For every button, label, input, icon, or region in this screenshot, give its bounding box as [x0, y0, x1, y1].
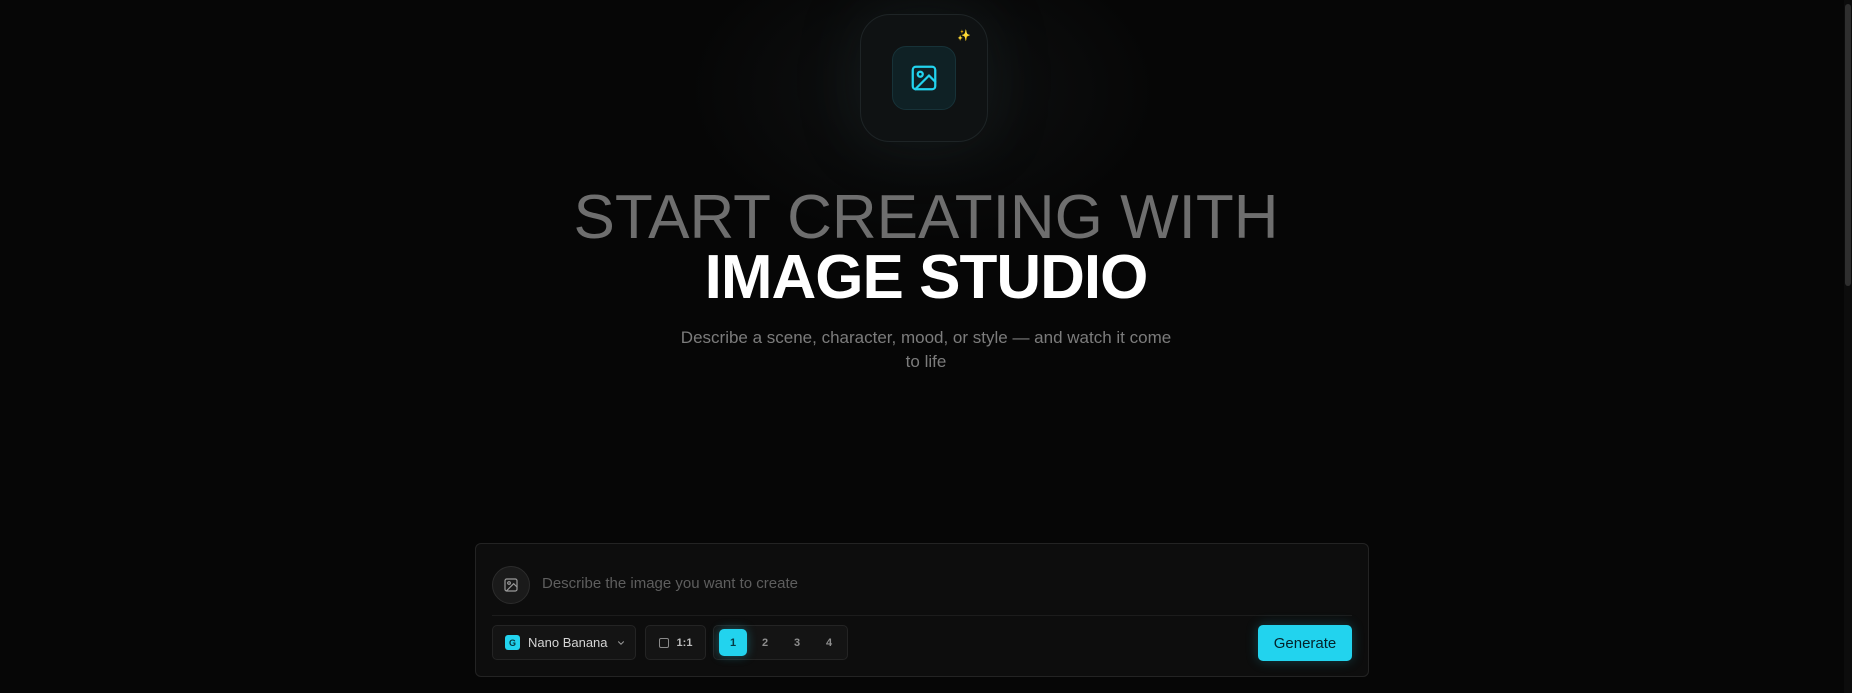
- headline-line-1: START CREATING WITH: [573, 183, 1279, 252]
- count-option-4[interactable]: 4: [815, 629, 843, 656]
- hero-subtitle: Describe a scene, character, mood, or st…: [680, 328, 1172, 371]
- image-studio-page: ✨ START CREATING WITH IMAGE STUDIO Descr…: [0, 0, 1852, 693]
- prompt-panel: G Nano Banana 1:1 1 2 3 4 Generate: [475, 543, 1369, 677]
- image-icon: [504, 578, 518, 592]
- model-badge: G: [505, 635, 520, 650]
- attach-image-button[interactable]: [492, 566, 530, 604]
- model-label: Nano Banana: [528, 635, 608, 650]
- count-option-3[interactable]: 3: [783, 629, 811, 656]
- image-icon: [892, 46, 956, 110]
- scrollbar-thumb[interactable]: [1845, 4, 1851, 286]
- hero-icon-container: ✨: [860, 14, 988, 142]
- image-count-selector: 1 2 3 4: [713, 625, 848, 660]
- generate-button[interactable]: Generate: [1258, 625, 1352, 661]
- square-icon: [658, 637, 669, 648]
- aspect-ratio-label: 1:1: [676, 636, 693, 649]
- headline-line-2: IMAGE STUDIO: [704, 243, 1149, 312]
- model-select[interactable]: G Nano Banana: [492, 625, 636, 660]
- aspect-ratio-button[interactable]: 1:1: [645, 625, 706, 660]
- prompt-input[interactable]: [540, 570, 1344, 596]
- count-option-2[interactable]: 2: [751, 629, 779, 656]
- sparkle-icon: ✨: [957, 30, 971, 42]
- chevron-down-icon: [617, 640, 624, 645]
- divider: [492, 615, 1352, 616]
- hero-headline: START CREATING WITH IMAGE STUDIO: [0, 183, 1852, 312]
- scrollbar[interactable]: [1844, 0, 1852, 693]
- count-option-1[interactable]: 1: [719, 629, 747, 656]
